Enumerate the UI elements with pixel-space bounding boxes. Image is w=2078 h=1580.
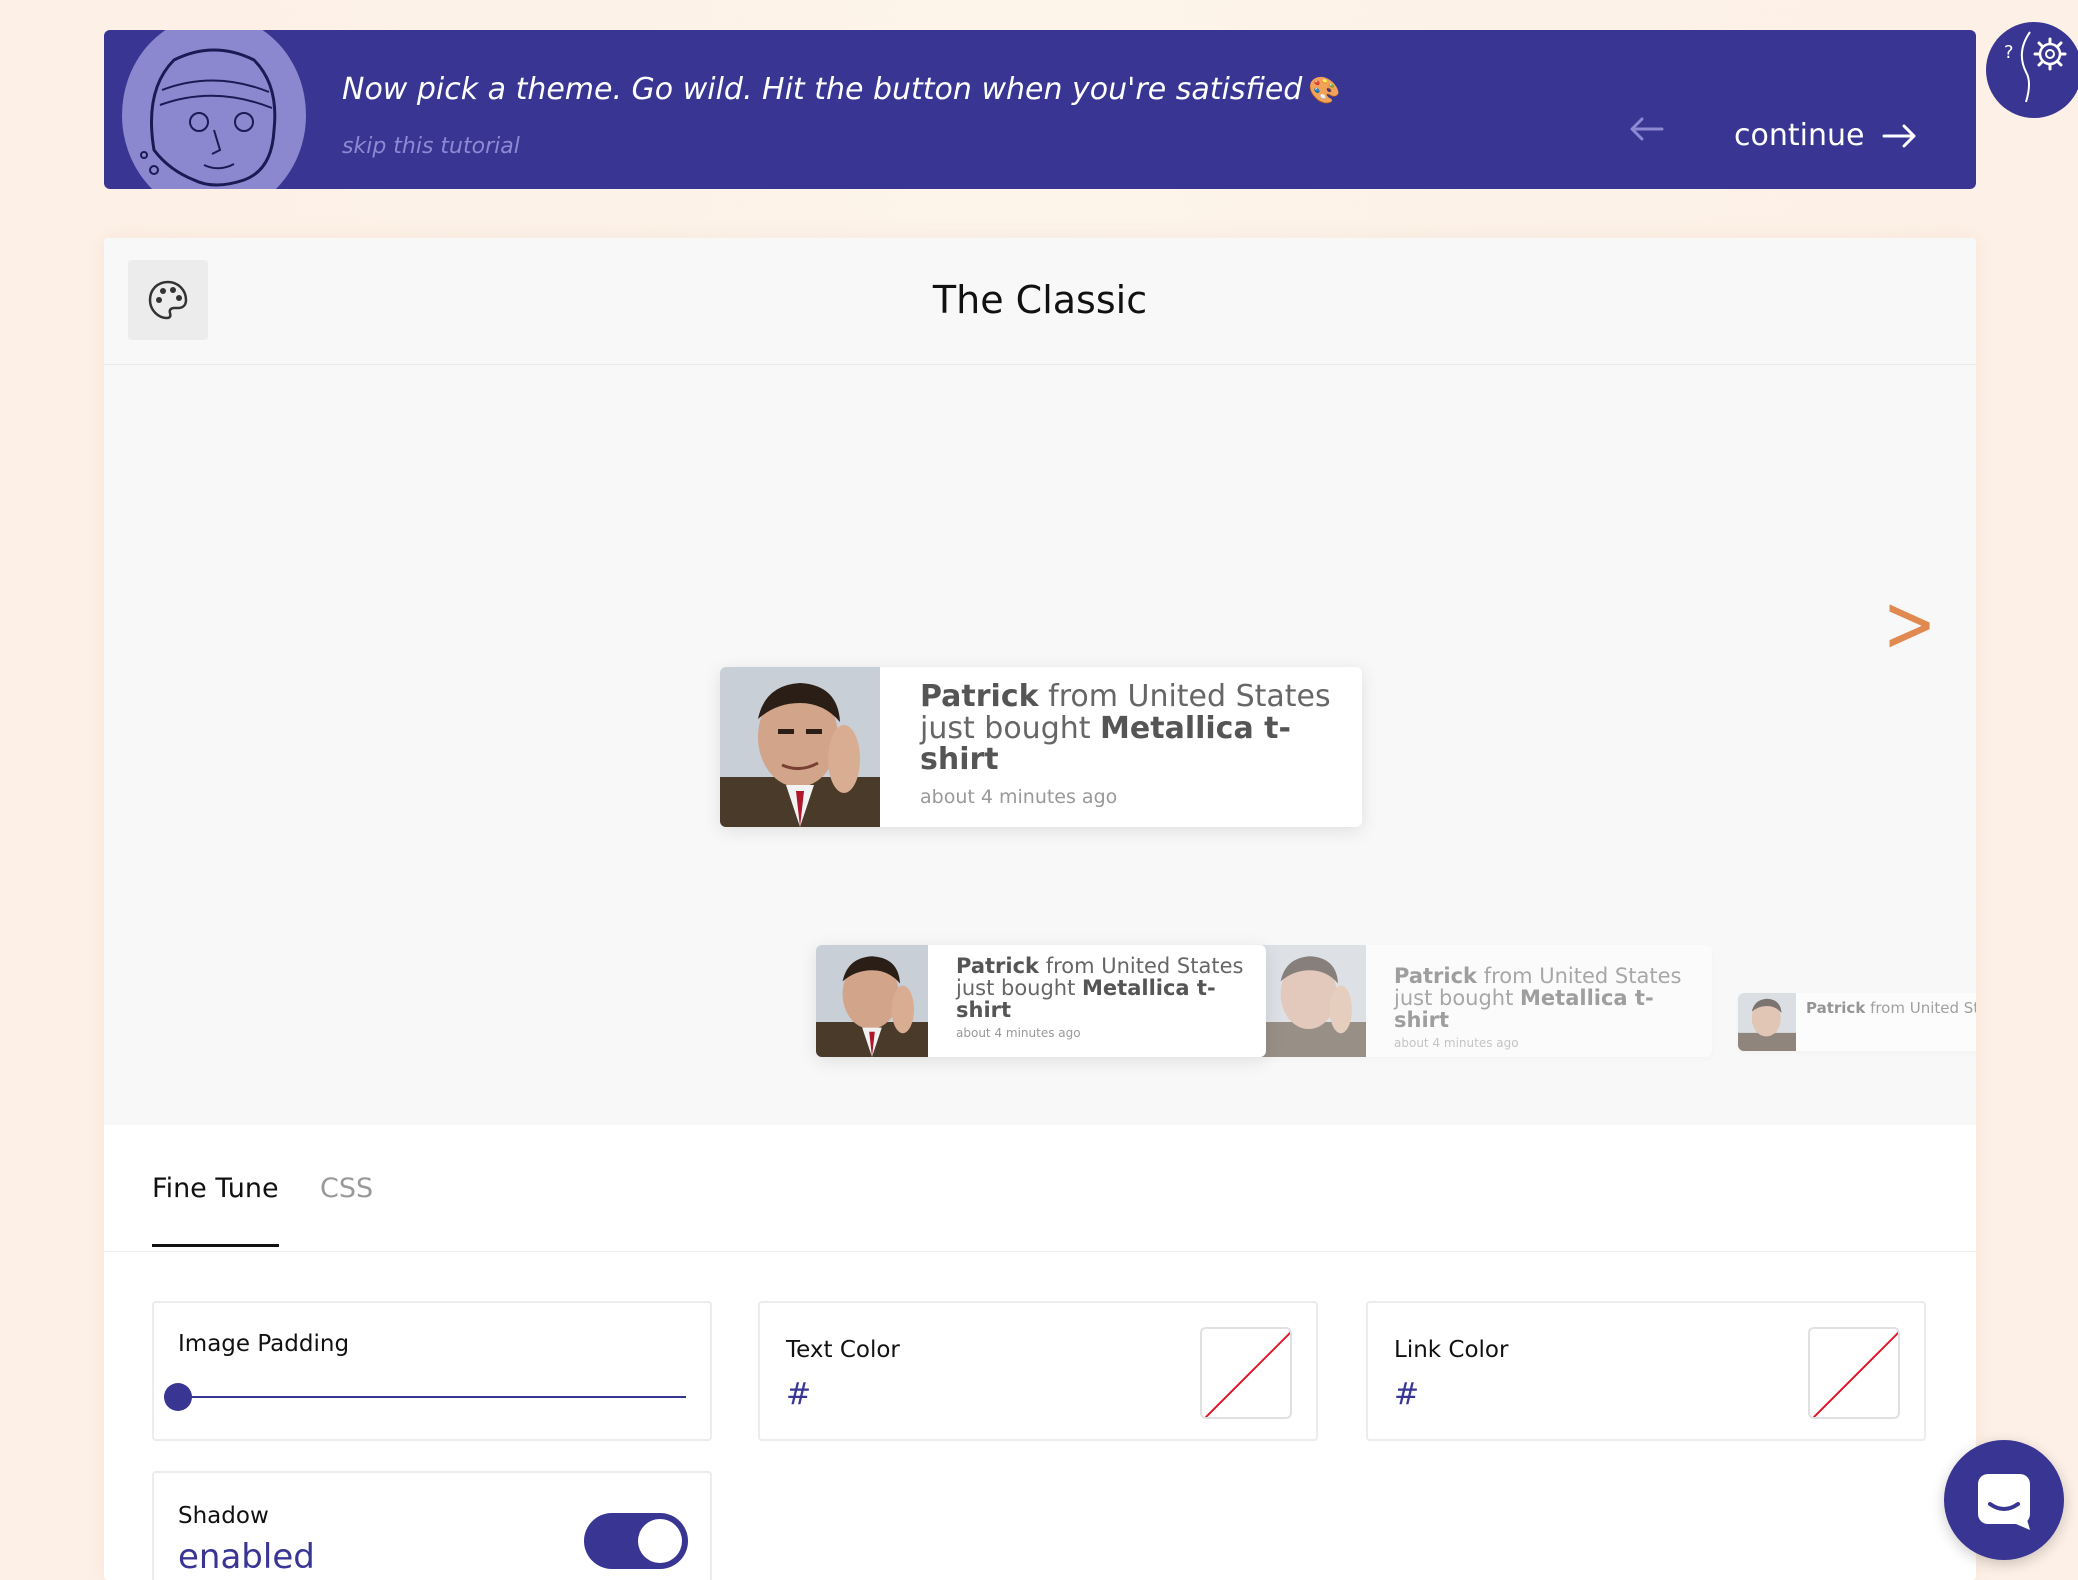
continue-label: continue (1734, 118, 1865, 153)
customer-name: Patrick (1394, 964, 1478, 988)
shadow-toggle-knob (638, 1519, 682, 1563)
skip-tutorial-link[interactable]: skip this tutorial (342, 134, 520, 159)
arrow-right-icon (1882, 124, 1916, 147)
shadow-toggle[interactable] (584, 1513, 688, 1569)
notification-time: about 4 minutes ago (956, 1026, 1081, 1041)
text-color-hash: # (786, 1377, 812, 1412)
shadow-setting: Shadow enabled (152, 1471, 712, 1580)
shadow-state: enabled (178, 1537, 315, 1577)
image-padding-slider-handle[interactable] (164, 1383, 192, 1411)
link-color-setting: Link Color # (1366, 1301, 1926, 1441)
image-padding-label: Image Padding (178, 1331, 350, 1357)
customer-photo-image (1738, 993, 1796, 1051)
theme-carousel: Patrick from United States just bought M… (104, 365, 1976, 1125)
theme-header: The Classic (104, 238, 1976, 365)
help-gear-icon: ? (2004, 31, 2067, 103)
customer-photo-image (1254, 945, 1366, 1057)
link-color-hash: # (1394, 1377, 1420, 1412)
settings-section: Fine Tune CSS Image Padding Text Color #… (104, 1125, 1976, 1580)
chat-icon (1978, 1474, 2030, 1530)
link-color-input[interactable] (1424, 1377, 1724, 1417)
image-padding-setting: Image Padding (152, 1301, 712, 1441)
tutor-avatar-icon (122, 30, 306, 189)
tab-css[interactable]: CSS (320, 1173, 373, 1244)
notification-text: Patrick from United States just bought M… (928, 945, 1266, 1057)
link-color-swatch[interactable] (1808, 1327, 1900, 1419)
text-color-setting: Text Color # (758, 1301, 1318, 1441)
theme-title: The Classic (932, 278, 1148, 322)
banner-title: Now pick a theme. Go wild. Hit the butto… (342, 72, 1341, 107)
settings-tabs: Fine Tune CSS (104, 1125, 1976, 1252)
text-color-input[interactable] (816, 1377, 1116, 1417)
no-color-icon (1812, 1331, 1898, 1417)
customer-name: Patrick (956, 954, 1040, 978)
help-settings-button[interactable]: ? (1986, 22, 2078, 118)
continue-button[interactable]: continue (1734, 118, 1918, 153)
preview-area: Patrick from United States just bought M… (104, 365, 1976, 1125)
notification-time: about 4 minutes ago (1394, 1036, 1519, 1051)
theme-option-card[interactable]: Patrick from United States just bought M… (816, 945, 1266, 1057)
customer-photo-image (816, 945, 928, 1057)
theme-option-card[interactable]: Patrick from United States just bought M… (1738, 993, 1976, 1051)
notification-text: Patrick from United States just bought M… (1796, 993, 1976, 1051)
notification-message: from United States just bought (1870, 999, 1976, 1017)
link-color-label: Link Color (1394, 1337, 1509, 1363)
arrow-left-icon[interactable] (1628, 114, 1664, 144)
theme-option-card[interactable]: Patrick from United States just bought M… (1254, 945, 1712, 1057)
tutorial-banner: Now pick a theme. Go wild. Hit the butto… (104, 30, 1976, 189)
svg-text:?: ? (2004, 42, 2014, 63)
text-color-label: Text Color (786, 1337, 900, 1363)
image-padding-slider-track[interactable] (178, 1396, 686, 1398)
palette-emoji-icon: 🎨 (1308, 76, 1341, 106)
tab-fine-tune[interactable]: Fine Tune (152, 1173, 279, 1247)
shadow-label: Shadow (178, 1503, 269, 1529)
no-color-icon (1204, 1331, 1290, 1417)
text-color-swatch[interactable] (1200, 1327, 1292, 1419)
chat-launcher-button[interactable] (1944, 1440, 2064, 1560)
theme-panel: The Classic Patrick from United States j… (104, 238, 1976, 1580)
notification-text: Patrick from United States just bought M… (1366, 945, 1712, 1057)
customer-name: Patrick (1806, 999, 1866, 1017)
